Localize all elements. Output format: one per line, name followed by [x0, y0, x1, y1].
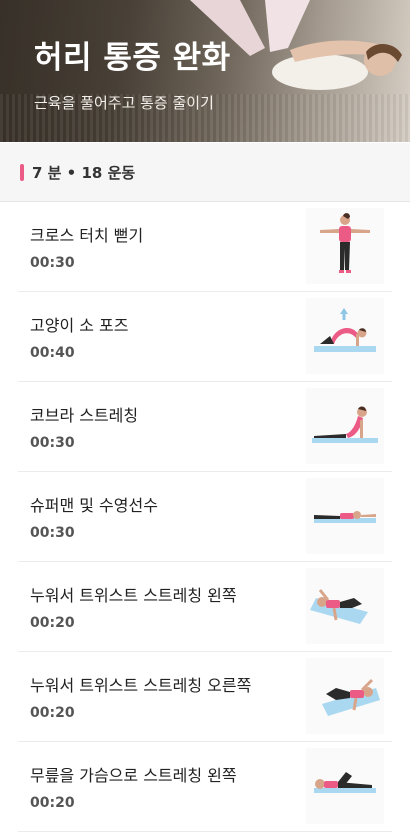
exercise-item[interactable]: 누워서 트위스트 스트레칭 오른쪽 00:20: [18, 652, 392, 742]
exercise-duration: 00:20: [30, 615, 75, 631]
cobra-stretch-figure-icon: [306, 388, 384, 464]
exercise-name: 누워서 트위스트 스트레칭 왼쪽: [30, 586, 237, 605]
exercise-name: 슈퍼맨 및 수영선수: [30, 496, 158, 515]
exercise-name: 고양이 소 포즈: [30, 316, 129, 335]
workout-summary: 7 분 • 18 운동: [0, 143, 410, 202]
exercise-name: 누워서 트위스트 스트레칭 오른쪽: [30, 676, 252, 695]
exercise-item[interactable]: 크로스 터치 뻗기 00:30: [18, 202, 392, 292]
summary-text: 7 분 • 18 운동: [32, 164, 136, 182]
exercise-item[interactable]: 슈퍼맨 및 수영선수 00:30: [18, 472, 392, 562]
page-subtitle: 근육을 풀어주고 통증 줄이기: [34, 94, 214, 112]
exercise-name: 코브라 스트레칭: [30, 406, 139, 425]
cat-cow-pose-figure-icon: [306, 298, 384, 374]
exercise-name: 무릎을 가슴으로 스트레칭 왼쪽: [30, 766, 237, 785]
exercise-item[interactable]: 누워서 트위스트 스트레칭 왼쪽 00:20: [18, 562, 392, 652]
exercise-duration: 00:30: [30, 525, 75, 541]
header-banner: 허리 통증 완화 근육을 풀어주고 통증 줄이기: [0, 0, 410, 142]
lying-twist-left-figure-icon: [306, 568, 384, 644]
exercise-list: 크로스 터치 뻗기 00:30 고양이 소 포즈 00:40 코브라 스트레칭 …: [0, 202, 410, 832]
exercise-duration: 00:30: [30, 255, 75, 271]
standing-arms-out-figure-icon: [306, 208, 384, 284]
lying-twist-right-figure-icon: [306, 658, 384, 734]
exercise-duration: 00:20: [30, 705, 75, 721]
summary-accent-bar: [20, 164, 24, 181]
knee-to-chest-figure-icon: [306, 748, 384, 824]
exercise-name: 크로스 터치 뻗기: [30, 226, 144, 245]
exercise-duration: 00:30: [30, 435, 75, 451]
exercise-item[interactable]: 무릎을 가슴으로 스트레칭 왼쪽 00:20: [18, 742, 392, 832]
exercise-duration: 00:20: [30, 795, 75, 811]
exercise-duration: 00:40: [30, 345, 75, 361]
superman-figure-icon: [306, 478, 384, 554]
page-title: 허리 통증 완화: [34, 40, 231, 76]
exercise-item[interactable]: 코브라 스트레칭 00:30: [18, 382, 392, 472]
exercise-item[interactable]: 고양이 소 포즈 00:40: [18, 292, 392, 382]
